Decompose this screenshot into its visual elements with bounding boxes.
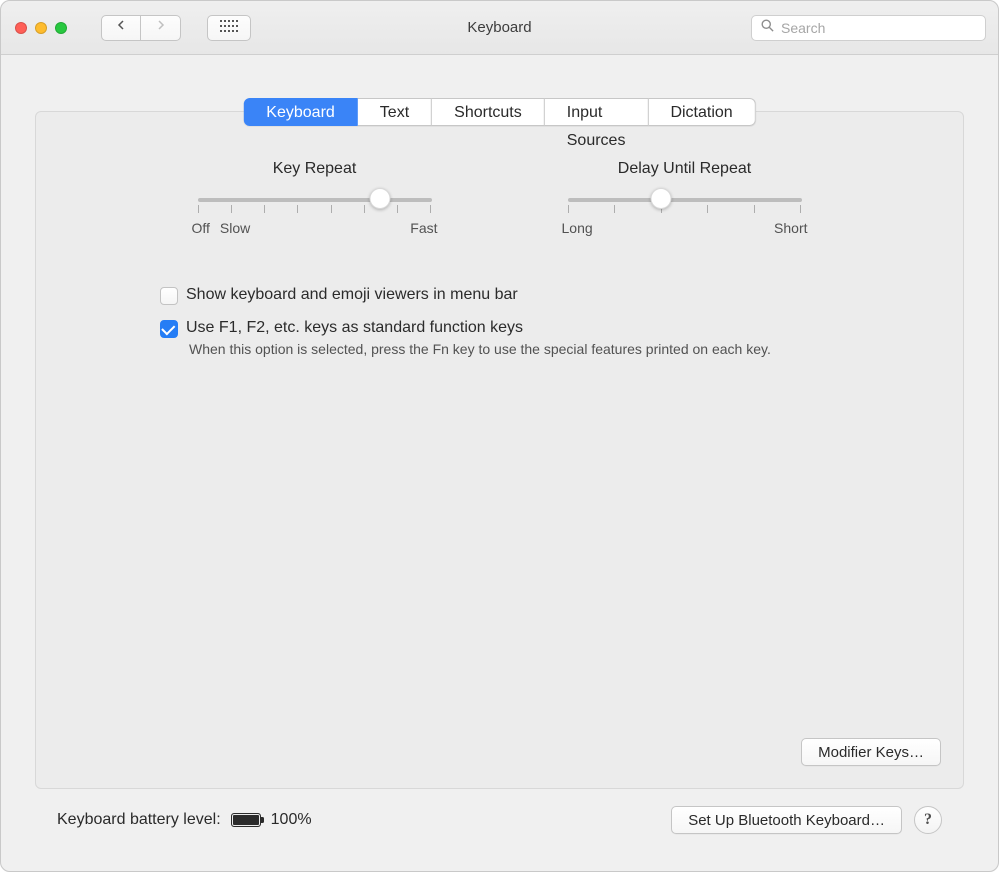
fn-keys-label: Use F1, F2, etc. keys as standard functi…	[186, 319, 771, 337]
delay-repeat-label: Delay Until Repeat	[560, 160, 810, 178]
back-forward-group	[101, 15, 181, 41]
delay-repeat-long-label: Long	[562, 220, 593, 236]
fn-keys-sublabel: When this option is selected, press the …	[189, 341, 771, 357]
chevron-left-icon	[115, 18, 127, 37]
tab-group: Keyboard Text Shortcuts Input Sources Di…	[243, 98, 755, 126]
key-repeat-slider-block: Key Repeat Off Slow Fas	[190, 160, 440, 236]
show-viewers-row: Show keyboard and emoji viewers in menu …	[136, 286, 863, 305]
delay-repeat-thumb[interactable]	[651, 188, 672, 209]
zoom-window-button[interactable]	[55, 22, 67, 34]
panel-bottom-bar: Modifier Keys…	[36, 738, 963, 788]
key-repeat-ticks	[198, 205, 432, 213]
key-repeat-slider[interactable]	[198, 198, 432, 202]
help-button[interactable]: ?	[914, 806, 942, 834]
forward-button[interactable]	[141, 15, 181, 41]
fn-keys-checkbox[interactable]	[160, 320, 178, 338]
key-repeat-slow-label: Slow	[220, 220, 250, 236]
tab-dictation[interactable]: Dictation	[648, 98, 755, 126]
tab-keyboard[interactable]: Keyboard	[243, 98, 358, 126]
tab-text[interactable]: Text	[358, 98, 432, 126]
minimize-window-button[interactable]	[35, 22, 47, 34]
delay-repeat-ticks	[568, 205, 802, 213]
battery-icon	[231, 813, 261, 827]
slider-row: Key Repeat Off Slow Fas	[136, 160, 863, 236]
search-input[interactable]	[781, 20, 977, 36]
window-toolbar: Keyboard	[1, 1, 998, 55]
footer-bar: Keyboard battery level: 100% Set Up Blue…	[35, 789, 964, 851]
show-viewers-label: Show keyboard and emoji viewers in menu …	[186, 286, 518, 304]
battery-percentage: 100%	[271, 811, 312, 829]
keyboard-tab-content: Key Repeat Off Slow Fas	[36, 112, 963, 738]
preferences-window: Keyboard Keyboard Text Shortcuts Input S…	[0, 0, 999, 872]
chevron-right-icon	[155, 18, 167, 37]
delay-repeat-slider-block: Delay Until Repeat Long Short	[560, 160, 810, 236]
modifier-keys-button[interactable]: Modifier Keys…	[801, 738, 941, 766]
close-window-button[interactable]	[15, 22, 27, 34]
delay-repeat-slider[interactable]	[568, 198, 802, 202]
tab-shortcuts[interactable]: Shortcuts	[432, 98, 545, 126]
battery-level-label: Keyboard battery level:	[57, 811, 221, 829]
key-repeat-fast-label: Fast	[410, 220, 437, 236]
back-button[interactable]	[101, 15, 141, 41]
key-repeat-off-label: Off	[192, 220, 210, 236]
key-repeat-label: Key Repeat	[190, 160, 440, 178]
content-area: Keyboard Text Shortcuts Input Sources Di…	[1, 55, 998, 871]
show-viewers-checkbox[interactable]	[160, 287, 178, 305]
search-field[interactable]	[751, 15, 986, 41]
fn-keys-row: Use F1, F2, etc. keys as standard functi…	[136, 319, 863, 357]
delay-repeat-short-label: Short	[774, 220, 807, 236]
tab-input-sources[interactable]: Input Sources	[545, 98, 649, 126]
preferences-panel: Keyboard Text Shortcuts Input Sources Di…	[35, 111, 964, 789]
window-controls	[15, 22, 67, 34]
search-icon	[760, 18, 775, 38]
setup-bluetooth-button[interactable]: Set Up Bluetooth Keyboard…	[671, 806, 902, 834]
show-all-button[interactable]	[207, 15, 251, 41]
grid-icon	[220, 19, 238, 37]
key-repeat-thumb[interactable]	[370, 188, 391, 209]
